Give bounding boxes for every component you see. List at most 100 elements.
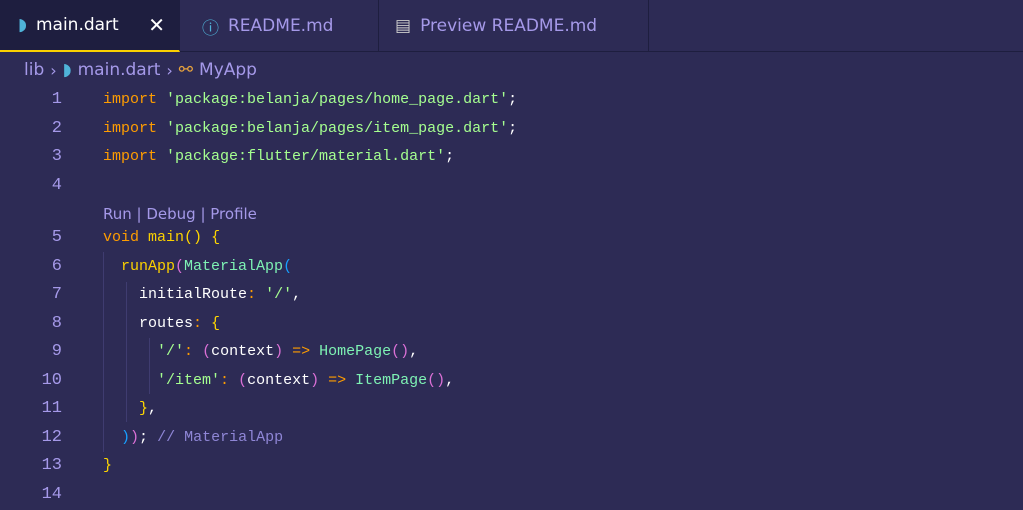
code-line: '/item': (context) => ItemPage(), — [103, 371, 454, 391]
code-token: ; — [508, 120, 518, 137]
code-line: import 'package:belanja/pages/item_page.… — [103, 119, 517, 139]
dart-icon: ◗ — [18, 15, 27, 35]
code-token: () — [427, 372, 446, 389]
code-line: initialRoute: '/', — [103, 285, 301, 305]
code-token: 'package:belanja/pages/home_page.dart' — [166, 91, 509, 108]
code-token: ; — [508, 91, 518, 108]
code-line: '/': (context) => HomePage(), — [103, 342, 418, 362]
code-token: ( — [238, 372, 248, 389]
code-line: routes: { — [103, 314, 220, 334]
code-line: } — [103, 456, 112, 476]
chevron-right-icon: › — [50, 60, 57, 80]
code-token: ) — [274, 343, 284, 360]
close-icon[interactable]: ✕ — [148, 13, 165, 37]
code-token: '/' — [265, 286, 293, 303]
code-token: '/' — [157, 343, 185, 360]
code-token: => — [292, 343, 311, 360]
code-token: : — [184, 343, 194, 360]
line-number: 3 — [51, 147, 62, 166]
codelens-run-debug-profile[interactable]: Run | Debug | Profile — [103, 205, 257, 223]
line-number: 14 — [41, 485, 62, 504]
breadcrumb-file[interactable]: main.dart — [78, 60, 161, 80]
tab-bar: ◗ main.dart ✕ ⓘ README.md ▤ Preview READ… — [0, 0, 1023, 52]
code-token: ( — [175, 258, 185, 275]
code-token: initialRoute — [103, 286, 248, 303]
code-line: }, — [103, 399, 157, 419]
code-token: ItemPage — [355, 372, 428, 389]
code-token: context — [247, 372, 311, 389]
preview-icon: ▤ — [395, 16, 412, 36]
tab-preview-readme[interactable]: ▤ Preview README.md — [379, 0, 649, 52]
code-token: ) — [130, 429, 140, 446]
code-token: 'package:belanja/pages/item_page.dart' — [166, 120, 509, 137]
code-token: : — [220, 372, 230, 389]
breadcrumb: lib › ◗ main.dart › ⚯ MyApp — [0, 53, 1023, 87]
code-line: runApp(MaterialApp( — [103, 257, 292, 277]
code-token: context — [211, 343, 275, 360]
breadcrumb-symbol[interactable]: MyApp — [199, 60, 257, 80]
code-token: { — [211, 315, 221, 332]
code-token: { — [211, 229, 221, 246]
tab-label: README.md — [228, 16, 334, 36]
tab-label: main.dart — [35, 15, 119, 35]
line-number: 1 — [51, 90, 62, 109]
code-token: ( — [202, 343, 212, 360]
line-number: 2 — [51, 119, 62, 138]
line-number: 8 — [51, 314, 62, 333]
code-token: main — [148, 229, 185, 246]
line-number: 9 — [51, 342, 62, 361]
code-line: void main() { — [103, 228, 220, 248]
breadcrumb-lib[interactable]: lib — [24, 60, 44, 80]
code-token: : — [193, 315, 203, 332]
code-token: ( — [283, 258, 293, 275]
code-token: } — [103, 457, 113, 474]
code-token: ) — [121, 429, 131, 446]
tab-main-dart[interactable]: ◗ main.dart ✕ — [0, 0, 180, 52]
line-number: 7 — [51, 285, 62, 304]
code-token: import — [103, 120, 158, 137]
code-token: '/item' — [157, 372, 221, 389]
code-token: // MaterialApp — [157, 429, 284, 446]
code-token: MaterialApp — [184, 258, 284, 275]
code-token: , — [148, 400, 158, 417]
line-number: 13 — [41, 456, 62, 475]
line-number: 11 — [41, 399, 62, 418]
line-number: 4 — [51, 176, 62, 195]
tab-label: Preview README.md — [420, 16, 598, 36]
code-token: () — [184, 229, 203, 246]
code-line: import 'package:belanja/pages/home_page.… — [103, 90, 517, 110]
class-symbol-icon: ⚯ — [178, 60, 194, 80]
tab-readme[interactable]: ⓘ README.md — [180, 0, 379, 52]
code-token: , — [292, 286, 302, 303]
line-number: 12 — [41, 428, 62, 447]
code-token: , — [445, 372, 455, 389]
line-number: 5 — [51, 228, 62, 247]
dart-icon: ◗ — [62, 60, 72, 80]
code-token: : — [247, 286, 257, 303]
code-token: 'package:flutter/material.dart' — [166, 148, 446, 165]
code-token: void — [103, 229, 140, 246]
code-token: ; — [445, 148, 455, 165]
info-icon: ⓘ — [202, 18, 219, 39]
code-line: )); // MaterialApp — [103, 428, 283, 448]
code-token: ) — [310, 372, 320, 389]
code-token: routes — [103, 315, 194, 332]
